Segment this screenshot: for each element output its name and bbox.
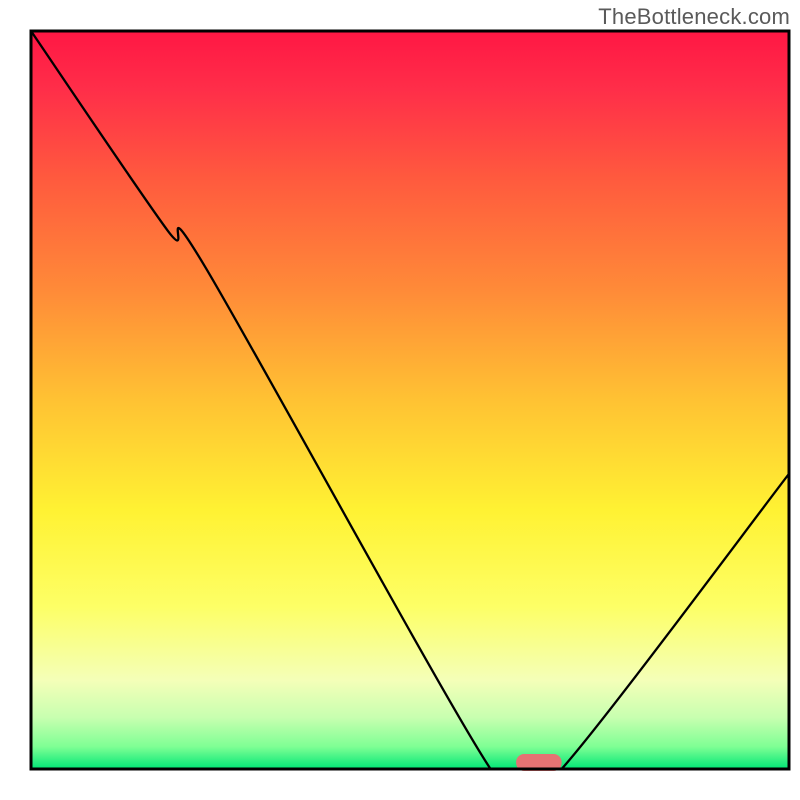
chart-container: TheBottleneck.com xyxy=(0,0,800,800)
bottom-gutter xyxy=(0,771,800,800)
bottleneck-chart xyxy=(0,0,800,800)
plot-background xyxy=(31,31,789,769)
watermark-text: TheBottleneck.com xyxy=(598,4,790,30)
